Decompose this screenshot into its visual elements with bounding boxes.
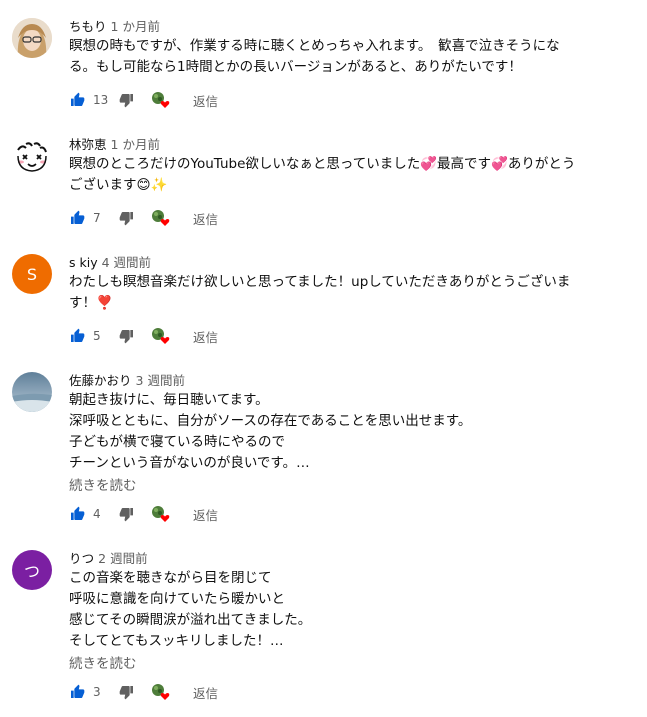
like-count: 13 (93, 93, 109, 107)
avatar-landscape-icon (12, 372, 52, 412)
comment-actions: 4 返信 (69, 504, 218, 524)
thumbs-down-icon (119, 686, 133, 700)
creator-heart-icon (152, 506, 170, 522)
creator-heart (151, 327, 171, 345)
comment-actions: 13 返信 (69, 90, 218, 110)
comment-actions: 5 返信 (69, 326, 218, 346)
avatar-letter: S (26, 264, 38, 284)
like-count: 4 (93, 507, 101, 521)
read-more-link[interactable]: 続きを読む (69, 652, 137, 672)
avatar-photo-icon (12, 18, 52, 58)
creator-heart (151, 505, 171, 523)
comment-header: りつ 2 週間前 (69, 548, 148, 567)
comment-text: 瞑想の時もですが、作業する時に聴くとめっちゃ入れます。 歓喜で泣きそうにな る。… (69, 38, 560, 75)
author-name[interactable]: 佐藤かおり (69, 373, 132, 388)
creator-heart (151, 91, 171, 109)
like-button[interactable] (69, 684, 85, 700)
avatar[interactable] (12, 18, 52, 58)
comment-text: 朝起き抜けに、毎日聴いてます。 深呼吸とともに、自分がソースの存在であることを思… (69, 392, 472, 471)
reply-button[interactable]: 返信 (193, 91, 218, 110)
avatar[interactable] (12, 372, 52, 412)
avatar[interactable]: S (12, 254, 52, 294)
creator-heart-icon (152, 210, 170, 226)
comment-time[interactable]: 2 週間前 (98, 551, 147, 566)
dislike-button[interactable] (119, 506, 135, 522)
thumbs-down-icon (119, 94, 133, 108)
comment-actions: 7 返信 (69, 208, 218, 228)
thumbs-up-icon (71, 92, 85, 106)
comment-header: 佐藤かおり 3 週間前 (69, 370, 185, 389)
thumbs-up-icon (71, 506, 85, 520)
dislike-button[interactable] (119, 210, 135, 226)
creator-heart (151, 209, 171, 227)
creator-heart (151, 683, 171, 701)
like-button[interactable] (69, 328, 85, 344)
thumbs-up-icon (71, 210, 85, 224)
comment-header: ちもり 1 か月前 (69, 16, 160, 35)
thumbs-down-icon (119, 330, 133, 344)
like-button[interactable] (69, 210, 85, 226)
comment-time[interactable]: 1 か月前 (111, 19, 160, 34)
dislike-button[interactable] (119, 684, 135, 700)
author-name[interactable]: s kiy (69, 255, 98, 270)
comment-header: 林弥恵 1 か月前 (69, 134, 160, 153)
reply-button[interactable]: 返信 (193, 683, 218, 702)
creator-heart-icon (152, 684, 170, 700)
avatar-face-icon (12, 136, 52, 176)
comment-time[interactable]: 4 週間前 (102, 255, 151, 270)
reply-button[interactable]: 返信 (193, 209, 218, 228)
dislike-button[interactable] (119, 92, 135, 108)
thumbs-up-icon (71, 328, 85, 342)
thumbs-up-icon (71, 684, 85, 698)
avatar[interactable]: つ (12, 550, 52, 590)
like-count: 5 (93, 329, 101, 343)
comment-time[interactable]: 1 か月前 (111, 137, 160, 152)
comment-text: 瞑想のところだけのYouTube欲しいなぁと思っていました💞最高です💞ありがとう… (69, 156, 576, 193)
comment-text: わたしも瞑想音楽だけ欲しいと思ってました！upしていただきありがとうございま す… (69, 274, 571, 311)
author-name[interactable]: 林弥恵 (69, 137, 107, 152)
thumbs-down-icon (119, 508, 133, 522)
creator-heart-icon (152, 92, 170, 108)
like-count: 3 (93, 685, 101, 699)
avatar-letter: つ (23, 562, 40, 581)
like-button[interactable] (69, 92, 85, 108)
author-name[interactable]: ちもり (69, 19, 107, 34)
reply-button[interactable]: 返信 (193, 327, 218, 346)
comment-time[interactable]: 3 週間前 (136, 373, 185, 388)
comment-text: この音楽を聴きながら目を閉じて 呼吸に意識を向けていたら暖かいと 感じてその瞬間… (69, 570, 312, 649)
comment-actions: 3 返信 (69, 682, 218, 702)
creator-heart-icon (152, 328, 170, 344)
author-name[interactable]: りつ (69, 551, 94, 566)
dislike-button[interactable] (119, 328, 135, 344)
thumbs-down-icon (119, 212, 133, 226)
like-count: 7 (93, 211, 101, 225)
avatar[interactable] (12, 136, 52, 176)
like-button[interactable] (69, 506, 85, 522)
comment-header: s kiy 4 週間前 (69, 252, 151, 271)
reply-button[interactable]: 返信 (193, 505, 218, 524)
read-more-link[interactable]: 続きを読む (69, 474, 137, 494)
